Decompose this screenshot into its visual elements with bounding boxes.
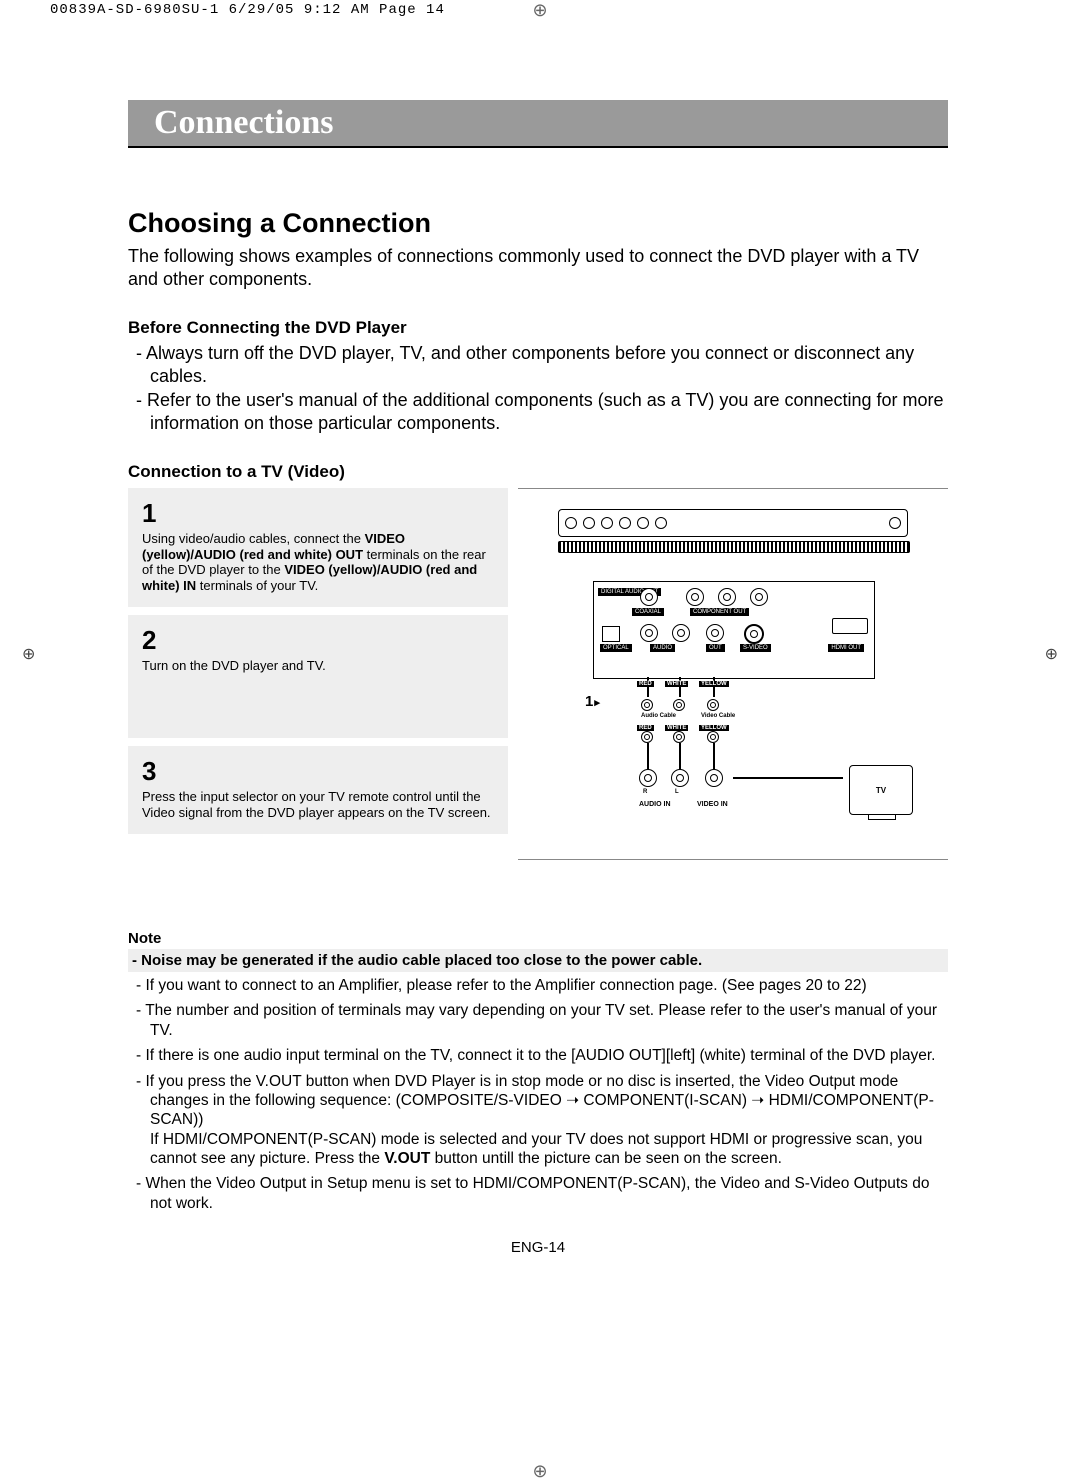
before-list: Always turn off the DVD player, TV, and …	[128, 342, 948, 434]
page-body: Connections Choosing a Connection The fo…	[128, 100, 948, 1256]
diagram-column: DIGITAL AUDIO OUT COAXIAL COMPONENT OUT …	[518, 488, 948, 860]
dvd-rear-view	[558, 509, 908, 537]
plug-yellow-top	[707, 699, 719, 711]
step-3: 3 Press the input selector on your TV re…	[128, 746, 508, 834]
before-heading: Before Connecting the DVD Player	[128, 318, 948, 338]
label-white-2: WHITE	[665, 725, 688, 731]
note-highlight: - Noise may be generated if the audio ca…	[128, 949, 948, 972]
plug-red-top	[641, 699, 653, 711]
video-out-jack	[706, 624, 724, 642]
notes-list: If you want to connect to an Amplifier, …	[128, 976, 948, 1213]
dvd-front-view	[558, 541, 910, 553]
label-audio: AUDIO	[650, 644, 675, 652]
component-pb-jack	[718, 588, 736, 606]
tv-connector-line	[733, 777, 843, 779]
label-r: R	[643, 789, 647, 795]
section-title-bar: Connections	[128, 100, 948, 148]
page-number: ENG-14	[128, 1239, 948, 1256]
tv-audio-l-jack	[671, 769, 689, 787]
diagram-step-indicator: 1	[585, 693, 600, 710]
label-hdmi: HDMI OUT	[828, 644, 864, 652]
step-text: Turn on the DVD player and TV.	[142, 658, 494, 674]
list-item: If you want to connect to an Amplifier, …	[128, 976, 948, 995]
coaxial-jack	[640, 588, 658, 606]
plug-yellow-bot	[707, 731, 719, 743]
crop-mark-left: ⊕	[22, 644, 35, 664]
label-red-2: RED	[637, 725, 654, 731]
cable-red	[647, 677, 649, 697]
tv-video-jack	[705, 769, 723, 787]
label-audio-cable: Audio Cable	[641, 713, 676, 719]
step-1: 1 Using video/audio cables, connect the …	[128, 488, 508, 607]
connection-diagram: DIGITAL AUDIO OUT COAXIAL COMPONENT OUT …	[553, 509, 913, 829]
label-optical: OPTICAL	[600, 644, 632, 652]
label-l: L	[675, 789, 679, 795]
audio-l-jack	[672, 624, 690, 642]
note-heading: Note	[128, 930, 948, 947]
tv-icon: TV	[849, 765, 913, 815]
dvd-rear-panel: DIGITAL AUDIO OUT COAXIAL COMPONENT OUT …	[593, 581, 875, 679]
plug-white-top	[673, 699, 685, 711]
label-video-cable: Video Cable	[701, 713, 735, 719]
list-item: The number and position of terminals may…	[128, 1001, 948, 1040]
list-item: Refer to the user's manual of the additi…	[128, 389, 948, 434]
hdmi-jack	[832, 618, 868, 634]
cable-white	[679, 677, 681, 697]
optical-jack	[602, 626, 620, 642]
cable-yellow	[713, 677, 715, 697]
audio-r-jack	[640, 624, 658, 642]
plug-white-bot	[673, 731, 685, 743]
label-video-in: VIDEO IN	[697, 801, 728, 808]
intro-text: The following shows examples of connecti…	[128, 245, 948, 290]
label-svideo: S-VIDEO	[740, 644, 771, 652]
tv-audio-r-jack	[639, 769, 657, 787]
steps-column: 1 Using video/audio cables, connect the …	[128, 488, 508, 860]
section-title: Connections	[154, 104, 948, 142]
list-item: If there is one audio input terminal on …	[128, 1046, 948, 1065]
print-header: 00839A-SD-6980SU-1 6/29/05 9:12 AM Page …	[50, 2, 445, 18]
list-item: If you press the V.OUT button when DVD P…	[128, 1072, 948, 1169]
label-audio-in: AUDIO IN	[639, 801, 671, 808]
step-text: Press the input selector on your TV remo…	[142, 789, 494, 820]
label-out: OUT	[706, 644, 725, 652]
cable-yellow-2	[713, 743, 715, 769]
step-text: Using video/audio cables, connect the VI…	[142, 531, 494, 593]
step-number: 2	[142, 625, 494, 656]
crop-mark-top: ⊕	[532, 0, 547, 21]
crop-mark-right: ⊕	[1045, 644, 1058, 664]
step-2: 2 Turn on the DVD player and TV.	[128, 615, 508, 738]
step-number: 1	[142, 498, 494, 529]
label-yellow-2: YELLOW	[699, 725, 729, 731]
connection-heading: Connection to a TV (Video)	[128, 462, 948, 482]
label-component-out: COMPONENT OUT	[690, 608, 749, 616]
label-red: RED	[637, 681, 654, 687]
step-number: 3	[142, 756, 494, 787]
plug-red-bot	[641, 731, 653, 743]
crop-mark-bottom: ⊕	[532, 1461, 547, 1482]
cable-red-2	[647, 743, 649, 769]
component-pr-jack	[686, 588, 704, 606]
cable-white-2	[679, 743, 681, 769]
list-item: When the Video Output in Setup menu is s…	[128, 1174, 948, 1213]
label-white: WHITE	[665, 681, 688, 687]
list-item: Always turn off the DVD player, TV, and …	[128, 342, 948, 387]
label-coaxial: COAXIAL	[632, 608, 664, 616]
component-y-jack	[750, 588, 768, 606]
page-heading: Choosing a Connection	[128, 208, 948, 239]
svideo-jack	[744, 624, 764, 644]
label-yellow: YELLOW	[699, 681, 729, 687]
